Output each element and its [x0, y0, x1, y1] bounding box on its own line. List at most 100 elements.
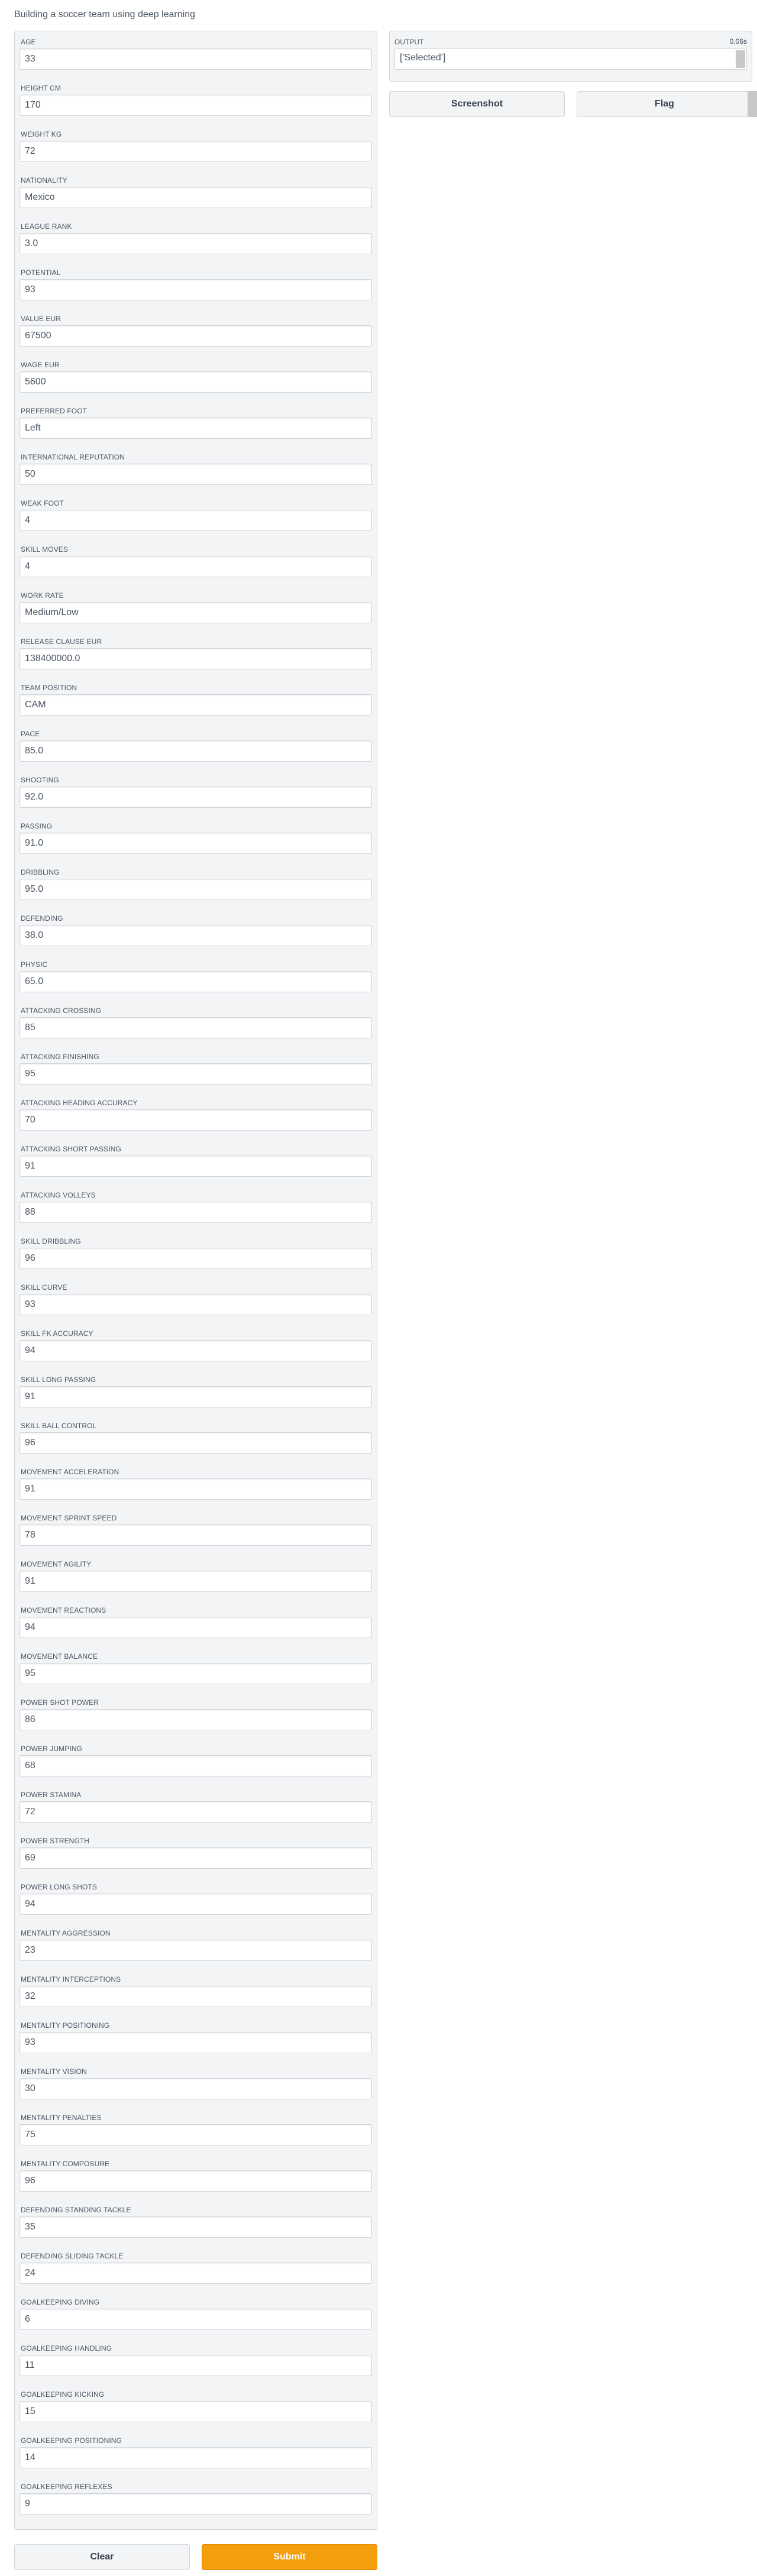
- field-input[interactable]: [20, 2355, 372, 2376]
- field-label: WEIGHT KG: [21, 130, 62, 138]
- field-input[interactable]: [20, 602, 372, 623]
- field-input[interactable]: [20, 2309, 372, 2330]
- field-label: DEFENDING: [21, 914, 63, 923]
- form-field: SKILL CURVE: [20, 1281, 372, 1328]
- field-input[interactable]: [20, 1386, 372, 1407]
- field-input[interactable]: [20, 1525, 372, 1546]
- output-field: ['Selected']: [394, 48, 747, 70]
- form-field: INTERNATIONAL REPUTATION: [20, 451, 372, 497]
- field-input[interactable]: [20, 2032, 372, 2053]
- form-field: GOALKEEPING REFLEXES: [20, 2481, 372, 2527]
- form-field: SHOOTING: [20, 774, 372, 820]
- form-field: POTENTIAL: [20, 267, 372, 313]
- field-input[interactable]: [20, 1847, 372, 1869]
- form-field: WEAK FOOT: [20, 497, 372, 543]
- field-input[interactable]: [20, 1478, 372, 1500]
- field-input[interactable]: [20, 740, 372, 762]
- field-input[interactable]: [20, 2493, 372, 2514]
- form-field: ATTACKING FINISHING: [20, 1051, 372, 1097]
- fields-list: AGE HEIGHT CM WEIGHT KG NATIONALITY LEAGUE R…: [20, 36, 372, 2527]
- field-input[interactable]: [20, 279, 372, 300]
- field-label: ATTACKING FINISHING: [21, 1053, 99, 1061]
- field-input[interactable]: [20, 1894, 372, 1915]
- field-input[interactable]: [20, 1801, 372, 1823]
- field-input[interactable]: [20, 2447, 372, 2468]
- field-input[interactable]: [20, 879, 372, 900]
- field-label: ATTACKING CROSSING: [21, 1007, 102, 1015]
- field-input[interactable]: [20, 1340, 372, 1361]
- field-label: DEFENDING SLIDING TACKLE: [21, 2252, 124, 2260]
- form-field: PREFERRED FOOT: [20, 405, 372, 451]
- form-field: GOALKEEPING KICKING: [20, 2389, 372, 2435]
- field-input[interactable]: [20, 694, 372, 716]
- form-field: ATTACKING HEADING ACCURACY: [20, 1097, 372, 1143]
- field-input[interactable]: [20, 464, 372, 485]
- field-input[interactable]: [20, 2401, 372, 2422]
- field-input[interactable]: [20, 648, 372, 669]
- field-label: SKILL LONG PASSING: [21, 1376, 96, 1384]
- field-label: SKILL MOVES: [21, 545, 69, 554]
- field-input[interactable]: [20, 833, 372, 854]
- field-input[interactable]: [20, 2124, 372, 2145]
- field-input[interactable]: [20, 1940, 372, 1961]
- form-field: GOALKEEPING HANDLING: [20, 2342, 372, 2389]
- field-label: ATTACKING VOLLEYS: [21, 1191, 96, 1199]
- field-input[interactable]: [20, 1202, 372, 1223]
- field-input[interactable]: [20, 1156, 372, 1177]
- field-input[interactable]: [20, 2170, 372, 2192]
- field-input[interactable]: [20, 1709, 372, 1730]
- flag-button[interactable]: Flag: [577, 91, 752, 117]
- field-input[interactable]: [20, 418, 372, 439]
- field-label: DEFENDING STANDING TACKLE: [21, 2206, 131, 2214]
- field-input[interactable]: [20, 925, 372, 946]
- field-input[interactable]: [20, 1571, 372, 1592]
- field-input[interactable]: [20, 1617, 372, 1638]
- field-input[interactable]: [20, 95, 372, 116]
- field-input[interactable]: [20, 1432, 372, 1454]
- input-panel: AGE HEIGHT CM WEIGHT KG NATIONALITY LEAGUE R…: [14, 31, 377, 2530]
- field-label: SKILL FK ACCURACY: [21, 1329, 93, 1338]
- timer-badge: 0.06s: [729, 37, 747, 46]
- field-input[interactable]: [20, 1986, 372, 2007]
- field-input[interactable]: [20, 1109, 372, 1131]
- field-input[interactable]: [20, 233, 372, 254]
- field-input[interactable]: [20, 187, 372, 208]
- scrollbar-thumb[interactable]: [736, 50, 745, 68]
- submit-button[interactable]: Submit: [202, 2544, 377, 2570]
- form-field: PACE: [20, 728, 372, 774]
- field-input[interactable]: [20, 1755, 372, 1776]
- form-field: WAGE EUR: [20, 359, 372, 405]
- field-input[interactable]: [20, 1294, 372, 1315]
- field-input[interactable]: [20, 1063, 372, 1085]
- field-input[interactable]: [20, 1017, 372, 1038]
- clear-button[interactable]: Clear: [14, 2544, 190, 2570]
- field-input[interactable]: [20, 1248, 372, 1269]
- field-input[interactable]: [20, 556, 372, 577]
- field-input[interactable]: [20, 141, 372, 162]
- field-label: POWER SHOT POWER: [21, 1698, 99, 1707]
- field-label: WAGE EUR: [21, 361, 60, 369]
- field-input[interactable]: [20, 971, 372, 992]
- app-title: Building a soccer team using deep learni…: [14, 9, 195, 20]
- field-label: PHYSIC: [21, 960, 48, 969]
- field-input[interactable]: [20, 2078, 372, 2099]
- field-input[interactable]: [20, 2263, 372, 2284]
- field-input[interactable]: [20, 325, 372, 347]
- form-field: WEIGHT KG: [20, 128, 372, 174]
- screenshot-button[interactable]: Screenshot: [389, 91, 565, 117]
- form-field: DEFENDING STANDING TACKLE: [20, 2204, 372, 2250]
- field-label: MOVEMENT BALANCE: [21, 1652, 98, 1661]
- field-label: ATTACKING SHORT PASSING: [21, 1145, 121, 1153]
- field-input[interactable]: [20, 371, 372, 393]
- field-input[interactable]: [20, 510, 372, 531]
- field-label: POWER JUMPING: [21, 1745, 82, 1753]
- output-actions: Screenshot Flag: [389, 91, 757, 117]
- scrollbar-thumb[interactable]: [748, 91, 757, 117]
- form-field: AGE: [20, 36, 372, 82]
- field-input[interactable]: [20, 2216, 372, 2238]
- field-label: PREFERRED FOOT: [21, 407, 88, 415]
- field-label: SKILL DRIBBLING: [21, 1237, 81, 1245]
- field-input[interactable]: [20, 48, 372, 70]
- field-input[interactable]: [20, 787, 372, 808]
- field-input[interactable]: [20, 1663, 372, 1684]
